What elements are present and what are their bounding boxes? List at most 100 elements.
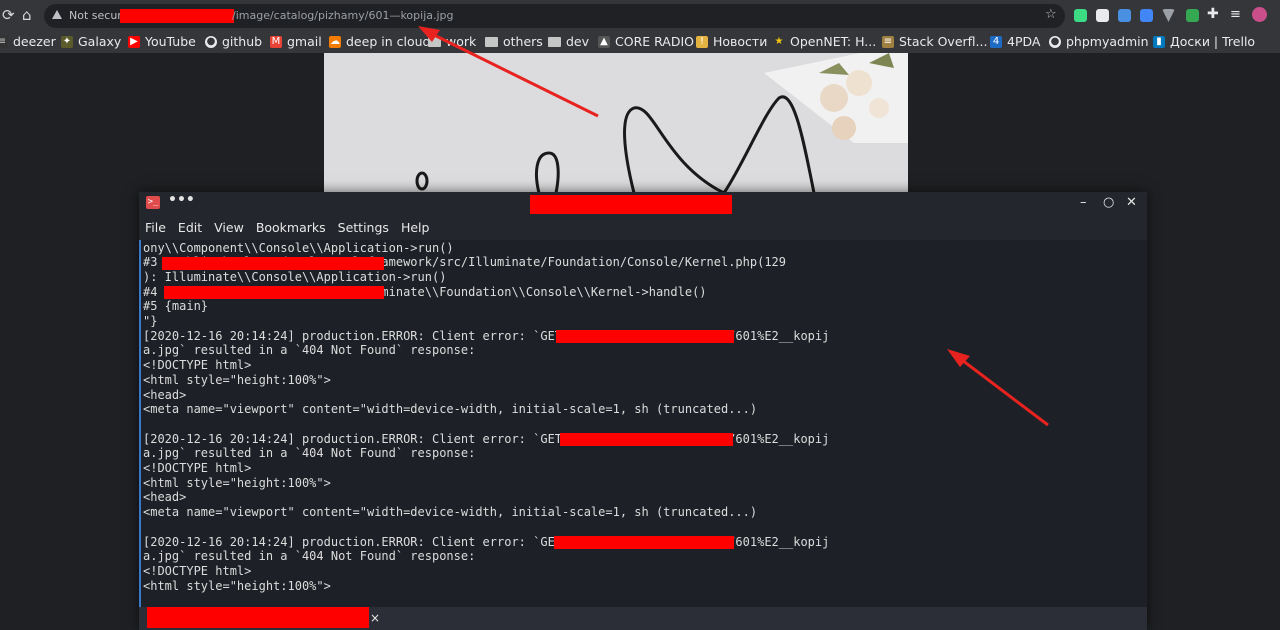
redacted-path [164, 286, 384, 300]
maximize-button[interactable]: ○ [1103, 194, 1114, 212]
bookmark-label: YouTube [145, 34, 196, 49]
redacted-path [162, 256, 384, 270]
stackoverflow-icon: ≡ [882, 35, 894, 48]
product-photo-drawing [324, 53, 908, 193]
opennet-icon: ★ [774, 35, 784, 47]
bookmark-label: Stack Overfl... [899, 34, 988, 49]
redacted-window-title [530, 195, 732, 215]
reload-icon[interactable]: ⟳ [2, 6, 15, 24]
github-icon: ● [205, 35, 217, 48]
bookmark-label: phpmyadmin [1066, 34, 1149, 49]
bookmark-deep-in-cloud[interactable]: ☁ deep in cloud [329, 33, 430, 50]
terminal-line: <meta name="viewport" content="width=dev… [143, 402, 758, 417]
folder-icon [485, 36, 498, 47]
bookmark-folder-dev[interactable]: dev [548, 33, 589, 50]
music-icon[interactable]: ≡ [1230, 7, 1241, 22]
menu-file[interactable]: File [145, 220, 166, 235]
redacted-host [120, 9, 234, 23]
trello-icon: ▮ [1153, 35, 1165, 48]
folder-icon [428, 36, 441, 47]
minimize-button[interactable]: – [1080, 194, 1087, 212]
terminal-line: a.jpg` resulted in a `404 Not Found` res… [143, 343, 476, 358]
terminal-line: a.jpg` resulted in a `404 Not Found` res… [143, 446, 476, 461]
bookmark-label: deezer [13, 34, 56, 49]
bookmark-label: Доски | Trello [1170, 34, 1256, 49]
extensions-puzzle-icon[interactable]: ✚ [1207, 6, 1219, 22]
terminal-line: <html style="height:100%"> [143, 578, 331, 593]
bookmark-label: github [222, 34, 263, 49]
bookmark-label: Galaxy [78, 34, 122, 49]
titlebar-menu-icon[interactable]: ••• [168, 192, 195, 208]
terminal-line: ony\\Component\\Console\\Application->ru… [143, 240, 454, 255]
warning-icon [52, 10, 62, 19]
bookmark-label: others [503, 34, 543, 49]
bookmark-stackoverflow[interactable]: ≡ Stack Overfl... [882, 33, 987, 50]
tab-close-icon[interactable]: × [370, 611, 380, 625]
bookmark-4pda[interactable]: 4 4PDA [990, 33, 1040, 50]
bookmark-folder-others[interactable]: others [485, 33, 543, 50]
grid-extension-icon[interactable] [1118, 9, 1131, 22]
bookmark-star-icon[interactable]: ☆ [1045, 7, 1057, 22]
bookmark-opennet[interactable]: ★ OpenNET: H... [773, 33, 877, 50]
bookmark-deezer[interactable]: ≡ deezer [0, 33, 56, 50]
bookmark-label: dev [566, 34, 590, 49]
terminal-line: ): Illuminate\\Console\\Application->run… [143, 269, 447, 284]
terminal-line: "} [143, 314, 158, 328]
soundcloud-icon: ☁ [329, 35, 341, 48]
bookmark-galaxy[interactable]: ✦ Galaxy [61, 33, 121, 50]
shield-extension-icon[interactable] [1074, 9, 1087, 22]
terminal-window: >_ ••• – ○ ✕ File Edit View Bookmarks Se… [139, 192, 1147, 630]
terminal-line: <!DOCTYPE html> [143, 358, 252, 373]
menu-view[interactable]: View [214, 220, 244, 235]
bookmark-folder-work[interactable]: work [428, 33, 476, 50]
bookmark-label: 4PDA [1007, 34, 1041, 49]
phpmyadmin-icon: ● [1049, 35, 1061, 48]
home-icon[interactable]: ⌂ [22, 6, 32, 24]
bookmark-trello[interactable]: ▮ Доски | Trello [1153, 33, 1255, 50]
redacted-path [556, 330, 734, 344]
gmail-icon: M [270, 35, 282, 48]
terminal-line: <head> [143, 387, 187, 402]
window-extension-icon[interactable] [1096, 9, 1109, 22]
terminal-output[interactable]: ony\\Component\\Console\\Application->ru… [139, 240, 1147, 607]
terminal-tabbar: × [139, 607, 1147, 630]
terminal-line: <meta name="viewport" content="width=dev… [143, 505, 758, 520]
close-button[interactable]: ✕ [1126, 194, 1137, 212]
bookmark-phpmyadmin[interactable]: ● phpmyadmin [1049, 33, 1149, 50]
core-radio-icon: ▲ [598, 35, 610, 48]
bookmark-core-radio[interactable]: ▲ CORE RADIO [598, 33, 694, 50]
youtube-icon: ▶ [128, 35, 140, 48]
bookmark-label: gmail [287, 34, 322, 49]
terminal-line: <head> [143, 490, 187, 505]
translate-extension-icon[interactable] [1140, 9, 1153, 22]
menu-edit[interactable]: Edit [178, 220, 202, 235]
menu-help[interactable]: Help [401, 220, 430, 235]
bookmark-youtube[interactable]: ▶ YouTube [128, 33, 196, 50]
redacted-tab-title[interactable] [147, 607, 369, 628]
terminal-menubar: File Edit View Bookmarks Settings Help [139, 214, 1147, 240]
bookmark-label: OpenNET: H... [790, 34, 877, 49]
folder-icon [548, 36, 561, 47]
menu-bookmarks[interactable]: Bookmarks [256, 220, 326, 235]
redacted-path [560, 433, 733, 447]
4pda-icon: 4 [990, 35, 1002, 48]
news-icon: ! [696, 35, 708, 48]
bookmark-novosti[interactable]: ! Новости [696, 33, 767, 50]
redacted-path [554, 536, 734, 549]
terminal-line: <html style="height:100%"> [143, 372, 331, 387]
avatar[interactable] [1252, 7, 1267, 22]
bookmark-label: deep in cloud [346, 34, 431, 49]
terminal-line: <html style="height:100%"> [143, 475, 331, 490]
url-path: /image/catalog/pizhamy/601—kopija.jpg [232, 9, 454, 22]
galaxy-icon: ✦ [61, 35, 73, 48]
bookmark-github[interactable]: ● github [205, 33, 262, 50]
terminal-line: a.jpg` resulted in a `404 Not Found` res… [143, 549, 476, 564]
deezer-icon: ≡ [0, 35, 8, 48]
bookmark-label: work [446, 34, 477, 49]
bookmark-label: Новости [713, 34, 768, 49]
menu-settings[interactable]: Settings [338, 220, 389, 235]
terminal-line: <!DOCTYPE html> [143, 563, 252, 578]
feedly-extension-icon[interactable] [1186, 9, 1199, 22]
terminal-app-icon: >_ [146, 196, 160, 209]
bookmark-gmail[interactable]: Mgmail [270, 33, 322, 50]
